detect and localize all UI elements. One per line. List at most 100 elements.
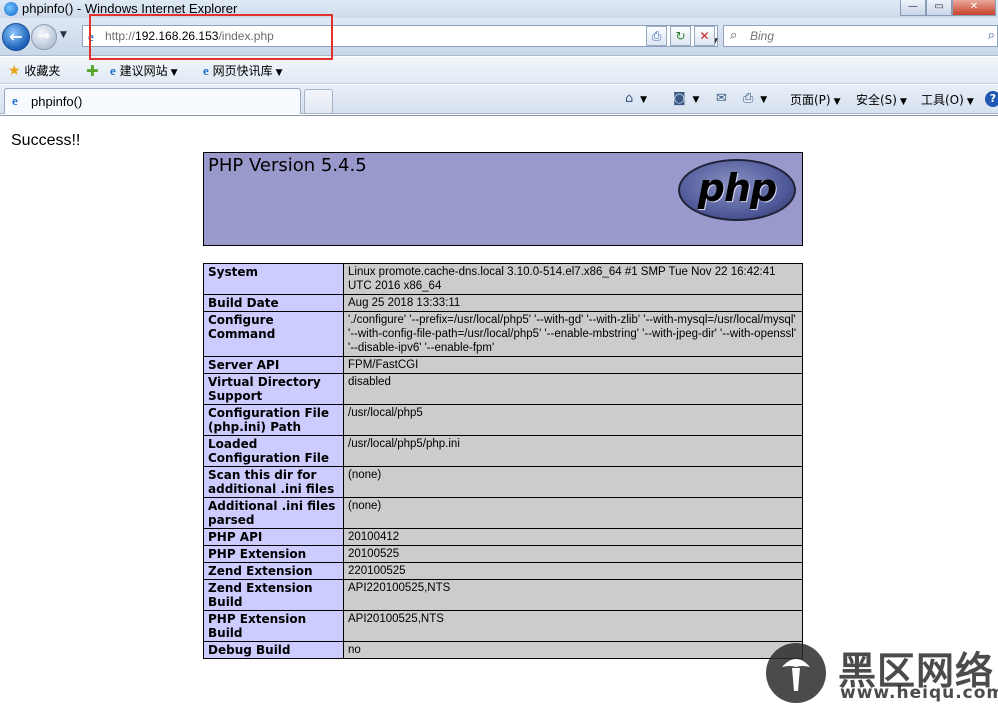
search-box[interactable]: ⌕ ⌕ (723, 25, 998, 47)
tools-menu-label: 工具(O) (921, 93, 964, 107)
table-row: Server API FPM/FastCGI (203, 356, 803, 374)
row-label: Additional .ini files parsed (203, 497, 344, 529)
window-title: phpinfo() - Windows Internet Explorer (22, 1, 238, 16)
table-row: Debug Build no (203, 641, 803, 659)
chevron-down-icon: ▼ (760, 95, 768, 105)
table-row: Virtual Directory Support disabled (203, 373, 803, 405)
row-label: Zend Extension Build (203, 579, 344, 611)
url-host: 192.168.26.153 (135, 29, 219, 43)
row-value: 20100525 (343, 545, 803, 563)
ie-icon: e (88, 29, 94, 44)
table-row: Zend Extension 220100525 (203, 562, 803, 580)
row-label: Configure Command (203, 311, 344, 357)
recent-pages-dropdown-icon[interactable]: ▼ (60, 30, 67, 40)
php-logo-text: php (697, 166, 777, 210)
address-url[interactable]: http://192.168.26.153/index.php (105, 29, 274, 43)
page-content: Success!! PHP Version 5.4.5 php System Li… (0, 115, 998, 707)
feeds-button[interactable]: ◙ ▼ (673, 91, 699, 106)
php-version-header: PHP Version 5.4.5 php (203, 152, 803, 246)
tab-phpinfo[interactable]: e phpinfo() (4, 88, 301, 114)
row-label: Build Date (203, 294, 344, 312)
url-path: /index.php (218, 29, 274, 43)
table-row: PHP API 20100412 (203, 528, 803, 546)
search-icon: ⌕ (730, 28, 738, 43)
search-input[interactable] (750, 27, 970, 45)
tab-ie-icon: e (12, 93, 18, 108)
row-label: PHP API (203, 528, 344, 546)
table-row: PHP Extension Build API20100525,NTS (203, 610, 803, 642)
minimize-button[interactable]: — (900, 0, 926, 16)
mail-icon: ✉ (716, 91, 727, 106)
navigation-bar: ← → ▼ e http://192.168.26.153/index.php … (0, 18, 998, 56)
home-button[interactable]: ⌂ ▼ (625, 91, 647, 106)
row-value: (none) (343, 497, 803, 529)
row-label: Server API (203, 356, 344, 374)
printer-icon: ⎙ (743, 91, 754, 106)
chevron-down-icon: ▼ (275, 68, 283, 78)
php-version-title: PHP Version 5.4.5 (208, 155, 367, 176)
maximize-button[interactable]: ▭ (926, 0, 952, 16)
table-row: Loaded Configuration File/usr/local/php5… (203, 435, 803, 467)
row-value: 220100525 (343, 562, 803, 580)
table-row: System Linux promote.cache-dns.local 3.10… (203, 263, 803, 295)
table-row: PHP Extension 20100525 (203, 545, 803, 563)
search-go-icon[interactable]: ⌕ (988, 28, 995, 43)
favorites-button[interactable]: ★ 收藏夹 (8, 62, 60, 79)
favorites-bar: ★ 收藏夹 ✚ e 建议网站 ▼ e 网页快讯库 ▼ (0, 57, 998, 84)
table-row: Zend Extension Build API220100525,NTS (203, 579, 803, 611)
table-row: Scan this dir for additional .ini files(… (203, 466, 803, 498)
web-slice-gallery-link[interactable]: e 网页快讯库 ▼ (203, 62, 283, 79)
row-value: /usr/local/php5/php.ini (343, 435, 803, 467)
row-label: Zend Extension (203, 562, 344, 580)
page-menu[interactable]: 页面(P) ▼ (790, 91, 841, 108)
ie-icon: e (110, 63, 116, 78)
close-button[interactable]: ✕ (952, 0, 996, 16)
tab-bar: e phpinfo() ⌂ ▼ ◙ ▼ ✉ ⎙ ▼ 页面(P) ▼ 安全(S) ▼ … (0, 85, 998, 114)
chevron-down-icon: ▼ (966, 97, 974, 107)
chevron-down-icon: ▼ (833, 97, 841, 107)
window-controls: — ▭ ✕ (900, 0, 996, 16)
row-value: API20100525,NTS (343, 610, 803, 642)
row-label: Scan this dir for additional .ini files (203, 466, 344, 498)
help-icon[interactable]: ? (985, 91, 998, 107)
back-button[interactable]: ← (2, 23, 30, 51)
row-label: Debug Build (203, 641, 344, 659)
safety-menu-label: 安全(S) (856, 93, 897, 107)
favorites-star-icon: ★ (8, 63, 21, 79)
row-label: Virtual Directory Support (203, 373, 344, 405)
tools-menu[interactable]: 工具(O) ▼ (921, 91, 974, 108)
compat-view-icon[interactable]: ⎙ (646, 26, 667, 46)
address-bar[interactable]: e http://192.168.26.153/index.php ▼ (82, 25, 718, 47)
web-slice-gallery-label: 网页快讯库 (212, 64, 273, 78)
row-label: PHP Extension (203, 545, 344, 563)
mail-button[interactable]: ✉ (716, 91, 727, 106)
url-scheme: http:// (105, 29, 136, 43)
row-value: API220100525,NTS (343, 579, 803, 611)
php-logo[interactable]: php (678, 159, 796, 221)
chevron-down-icon: ▼ (170, 68, 178, 78)
suggested-sites-link[interactable]: e 建议网站 ▼ (110, 62, 178, 79)
row-value: disabled (343, 373, 803, 405)
row-label: PHP Extension Build (203, 610, 344, 642)
row-value: no (343, 641, 803, 659)
stop-icon[interactable]: ✕ (694, 26, 715, 46)
print-button[interactable]: ⎙ ▼ (743, 91, 767, 106)
chevron-down-icon: ▼ (692, 95, 700, 105)
ie-app-icon (4, 2, 18, 16)
add-to-favorites-icon[interactable]: ✚ (86, 62, 99, 80)
phpinfo-table-body: System Linux promote.cache-dns.local 3.10… (203, 263, 803, 659)
table-row: Configure Command './configure' '--prefix… (203, 311, 803, 357)
row-value: /usr/local/php5 (343, 404, 803, 436)
home-icon: ⌂ (625, 91, 634, 106)
row-value: (none) (343, 466, 803, 498)
favorites-label: 收藏夹 (24, 64, 61, 78)
row-label: Configuration File (php.ini) Path (203, 404, 344, 436)
refresh-icon[interactable]: ↻ (670, 26, 691, 46)
page-menu-label: 页面(P) (790, 93, 831, 107)
forward-button[interactable]: → (31, 24, 57, 50)
safety-menu[interactable]: 安全(S) ▼ (856, 91, 907, 108)
chevron-down-icon: ▼ (640, 95, 648, 105)
new-tab-button[interactable] (304, 89, 333, 113)
title-bar: phpinfo() - Windows Internet Explorer — … (0, 0, 998, 18)
chevron-down-icon: ▼ (899, 97, 907, 107)
